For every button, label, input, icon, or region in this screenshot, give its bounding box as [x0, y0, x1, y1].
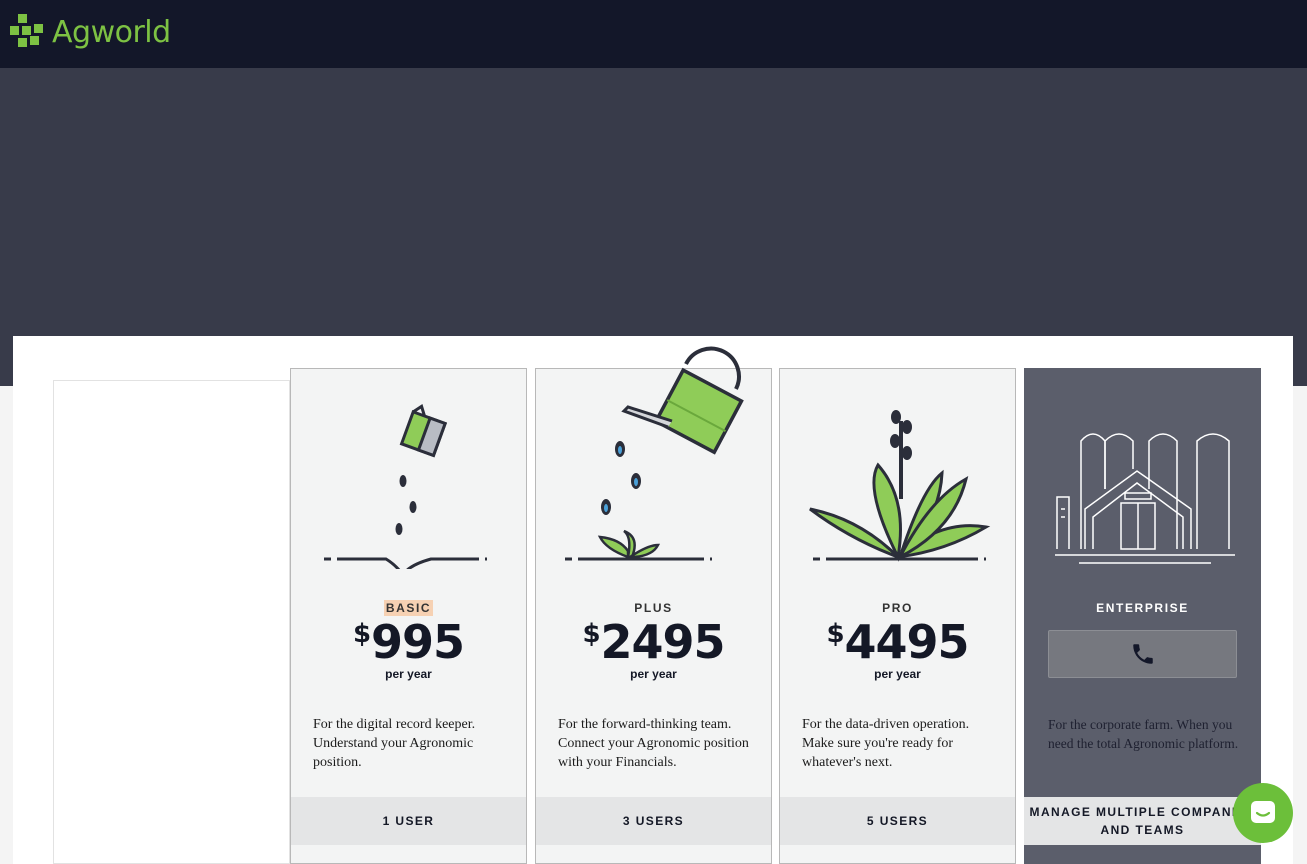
logo-mark-icon	[10, 14, 43, 47]
plan-card-plus: PLUS $2495 per year For the forward-thin…	[535, 346, 772, 864]
plan-description: For the data-driven operation. Make sure…	[802, 717, 970, 770]
plan-card-pro: PRO $4495 per year For the data-driven o…	[779, 368, 1016, 864]
phone-icon	[1132, 644, 1153, 664]
call-sales-button[interactable]	[1048, 630, 1237, 678]
farm-silo-icon	[1055, 433, 1235, 564]
plan-tier-label: PLUS	[634, 601, 673, 615]
chat-launcher-button[interactable]	[1233, 783, 1293, 843]
plan-price: $2495	[582, 615, 725, 669]
plan-price: $995	[352, 615, 465, 669]
plan-card-basic: BASIC $995 per year For the digital reco…	[290, 368, 527, 864]
plan-price: $4495	[826, 615, 969, 669]
plan-users: 3 USERS	[536, 797, 771, 845]
top-nav-bar: Agworld	[0, 0, 1307, 68]
plan-description: For the corporate farm. When you need th…	[1048, 717, 1239, 751]
plan-period: per year	[385, 667, 432, 681]
plan-tier-label: BASIC	[383, 600, 434, 616]
plan-period: per year	[630, 667, 677, 681]
plan-description: For the digital record keeper. Understan…	[313, 717, 476, 770]
plan-tier-label: ENTERPRISE	[1096, 601, 1189, 615]
agworld-logo[interactable]: Agworld	[8, 12, 171, 52]
plan-tier-label: PRO	[882, 601, 913, 615]
brand-name: Agworld	[52, 14, 171, 50]
plan-description: For the forward-thinking team. Connect y…	[558, 717, 749, 770]
features-column	[53, 380, 290, 864]
plan-period: per year	[874, 667, 921, 681]
chat-bubble-icon	[1251, 801, 1275, 823]
plan-users: MANAGE MULTIPLE COMPANIES AND TEAMS	[1024, 797, 1261, 845]
plan-users: 1 USER	[291, 797, 526, 845]
grown-plant-icon	[809, 410, 991, 562]
watering-can-icon	[565, 346, 744, 561]
plan-users: 5 USERS	[780, 797, 1015, 845]
seed-packet-icon	[324, 404, 487, 569]
plan-card-enterprise: ENTERPRISE For the corporate farm. When …	[1024, 368, 1261, 864]
